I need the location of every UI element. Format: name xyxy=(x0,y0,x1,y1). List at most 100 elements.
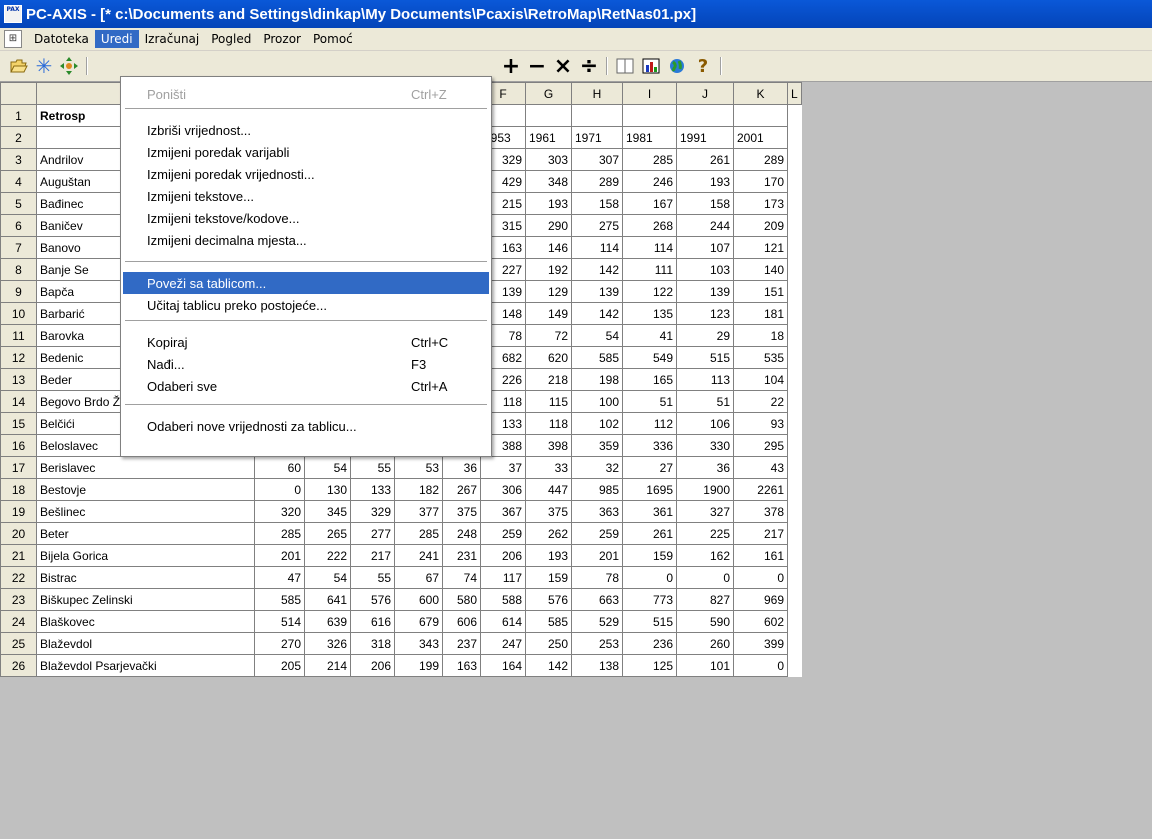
name-cell[interactable]: Berislavec xyxy=(36,456,255,479)
row-header[interactable]: 6 xyxy=(0,214,37,237)
column-header[interactable]: H xyxy=(571,82,623,105)
value-cell[interactable]: 117 xyxy=(480,566,526,589)
menu-izracunaj[interactable]: Izračunaj xyxy=(139,30,206,48)
value-cell[interactable]: 827 xyxy=(676,588,734,611)
value-cell[interactable]: 173 xyxy=(733,192,788,215)
asterisk-icon[interactable]: ✳ xyxy=(34,54,54,78)
value-cell[interactable]: 290 xyxy=(525,214,572,237)
name-cell[interactable]: Bešlinec xyxy=(36,500,255,523)
name-cell[interactable]: Beter xyxy=(36,522,255,545)
bar-chart-icon[interactable] xyxy=(640,55,662,77)
value-cell[interactable]: 318 xyxy=(350,632,395,655)
value-cell[interactable]: 363 xyxy=(571,500,623,523)
value-cell[interactable]: 206 xyxy=(350,654,395,677)
value-cell[interactable]: 576 xyxy=(350,588,395,611)
value-cell[interactable]: 206 xyxy=(480,544,526,567)
menu-item[interactable]: Izmijeni tekstove/kodove... xyxy=(123,207,489,229)
value-cell[interactable]: 214 xyxy=(304,654,351,677)
value-cell[interactable]: 969 xyxy=(733,588,788,611)
value-cell[interactable]: 261 xyxy=(676,148,734,171)
row-header[interactable]: 13 xyxy=(0,368,37,391)
value-cell[interactable]: 327 xyxy=(676,500,734,523)
value-cell[interactable]: 125 xyxy=(622,654,677,677)
value-cell[interactable] xyxy=(525,104,572,127)
value-cell[interactable]: 18 xyxy=(733,324,788,347)
value-cell[interactable]: 248 xyxy=(442,522,481,545)
value-cell[interactable]: 182 xyxy=(394,478,443,501)
value-cell[interactable]: 277 xyxy=(350,522,395,545)
value-cell[interactable]: 51 xyxy=(676,390,734,413)
value-cell[interactable]: 270 xyxy=(254,632,305,655)
menu-item[interactable]: Izmijeni tekstove... xyxy=(123,185,489,207)
value-cell[interactable]: 329 xyxy=(350,500,395,523)
value-cell[interactable]: 199 xyxy=(394,654,443,677)
value-cell[interactable]: 114 xyxy=(622,236,677,259)
value-cell[interactable]: 115 xyxy=(525,390,572,413)
value-cell[interactable]: 121 xyxy=(733,236,788,259)
menu-item[interactable]: Nađi... F3 xyxy=(123,353,489,375)
value-cell[interactable]: 377 xyxy=(394,500,443,523)
value-cell[interactable]: 641 xyxy=(304,588,351,611)
value-cell[interactable]: 72 xyxy=(525,324,572,347)
value-cell[interactable]: 193 xyxy=(525,544,572,567)
value-cell[interactable]: 22 xyxy=(733,390,788,413)
row-header[interactable]: 2 xyxy=(0,126,37,149)
value-cell[interactable]: 367 xyxy=(480,500,526,523)
value-cell[interactable]: 130 xyxy=(304,478,351,501)
value-cell[interactable]: 113 xyxy=(676,368,734,391)
multiply-icon[interactable]: × xyxy=(552,54,574,79)
menu-item[interactable]: Odaberi nove vrijednosti za tablicu... xyxy=(123,415,489,437)
value-cell[interactable]: 218 xyxy=(525,368,572,391)
value-cell[interactable]: 639 xyxy=(304,610,351,633)
menu-item[interactable]: Učitaj tablicu preko postojeće... xyxy=(123,294,489,316)
value-cell[interactable]: 209 xyxy=(733,214,788,237)
value-cell[interactable]: 247 xyxy=(480,632,526,655)
name-cell[interactable]: Blaškovec xyxy=(36,610,255,633)
value-cell[interactable]: 348 xyxy=(525,170,572,193)
value-cell[interactable]: 262 xyxy=(525,522,572,545)
value-cell[interactable]: 170 xyxy=(733,170,788,193)
value-cell[interactable]: 275 xyxy=(571,214,623,237)
value-cell[interactable]: 193 xyxy=(525,192,572,215)
value-cell[interactable]: 585 xyxy=(525,610,572,633)
value-cell[interactable]: 104 xyxy=(733,368,788,391)
value-cell[interactable]: 663 xyxy=(571,588,623,611)
value-cell[interactable]: 447 xyxy=(525,478,572,501)
value-cell[interactable]: 41 xyxy=(622,324,677,347)
open-folder-icon[interactable] xyxy=(8,55,30,77)
menu-item[interactable]: Izmijeni decimalna mjesta... xyxy=(123,229,489,251)
value-cell[interactable]: 399 xyxy=(733,632,788,655)
value-cell[interactable]: 55 xyxy=(350,456,395,479)
value-cell[interactable]: 198 xyxy=(571,368,623,391)
value-cell[interactable]: 0 xyxy=(676,566,734,589)
value-cell[interactable] xyxy=(571,104,623,127)
row-header[interactable]: 5 xyxy=(0,192,37,215)
value-cell[interactable]: 36 xyxy=(442,456,481,479)
value-cell[interactable]: 0 xyxy=(254,478,305,501)
value-cell[interactable]: 167 xyxy=(622,192,677,215)
value-cell[interactable]: 29 xyxy=(676,324,734,347)
row-header[interactable]: 4 xyxy=(0,170,37,193)
value-cell[interactable]: 36 xyxy=(676,456,734,479)
value-cell[interactable]: 2261 xyxy=(733,478,788,501)
subtract-icon[interactable]: − xyxy=(526,54,548,79)
value-cell[interactable]: 146 xyxy=(525,236,572,259)
value-cell[interactable]: 265 xyxy=(304,522,351,545)
column-header[interactable]: L xyxy=(787,82,802,105)
name-cell[interactable]: Bijela Gorica xyxy=(36,544,255,567)
value-cell[interactable]: 193 xyxy=(676,170,734,193)
value-cell[interactable]: 529 xyxy=(571,610,623,633)
value-cell[interactable]: 343 xyxy=(394,632,443,655)
row-header[interactable]: 14 xyxy=(0,390,37,413)
value-cell[interactable]: 336 xyxy=(622,434,677,457)
value-cell[interactable]: 103 xyxy=(676,258,734,281)
menu-datoteka[interactable]: Datoteka xyxy=(28,30,95,48)
value-cell[interactable]: 515 xyxy=(676,346,734,369)
value-cell[interactable]: 241 xyxy=(394,544,443,567)
value-cell[interactable]: 620 xyxy=(525,346,572,369)
row-header[interactable]: 1 xyxy=(0,104,37,127)
value-cell[interactable]: 47 xyxy=(254,566,305,589)
value-cell[interactable]: 165 xyxy=(622,368,677,391)
value-cell[interactable]: 142 xyxy=(571,302,623,325)
value-cell[interactable]: 51 xyxy=(622,390,677,413)
